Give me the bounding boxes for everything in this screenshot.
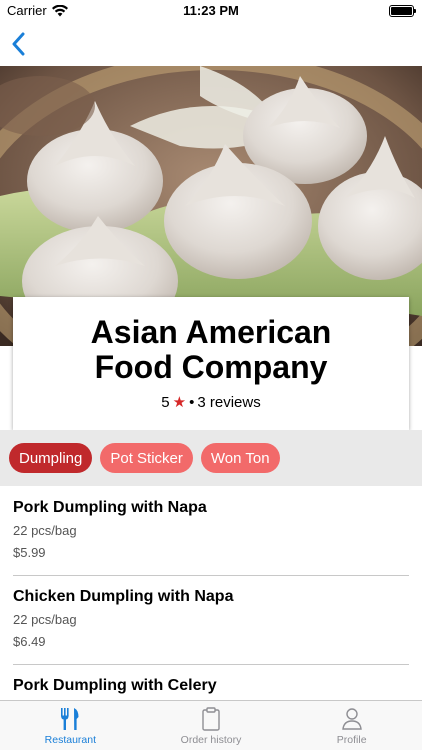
category-bar: Dumpling Pot Sticker Won Ton bbox=[0, 430, 422, 486]
person-icon bbox=[341, 708, 362, 730]
menu-item-name: Pork Dumpling with Celery bbox=[13, 677, 217, 694]
menu-item[interactable]: Pork Dumpling with Celery bbox=[0, 664, 422, 700]
menu-item-quantity: 22 pcs/bag bbox=[13, 523, 77, 538]
review-count[interactable]: 3 reviews bbox=[197, 394, 260, 411]
star-icon: ★ bbox=[172, 394, 187, 411]
menu-item-name: Pork Dumpling with Napa bbox=[13, 499, 207, 516]
fork-knife-icon bbox=[61, 708, 79, 730]
rating-line: 5 ★ • 3 reviews bbox=[13, 393, 409, 412]
tab-order-history[interactable]: Order history bbox=[141, 701, 282, 750]
rating-value: 5 bbox=[161, 393, 170, 411]
tab-label: Order history bbox=[180, 734, 242, 746]
status-time: 11:23 PM bbox=[183, 3, 239, 18]
battery-icon bbox=[389, 5, 416, 17]
tab-restaurant[interactable]: Restaurant bbox=[0, 701, 141, 750]
tab-label: Restaurant bbox=[44, 734, 97, 746]
rating-separator: • bbox=[189, 393, 195, 411]
category-chip-won-ton[interactable]: Won Ton bbox=[200, 443, 280, 473]
chevron-left-icon bbox=[12, 32, 25, 56]
restaurant-name: Asian American Food Company bbox=[90, 314, 332, 385]
status-bar: Carrier 11:23 PM bbox=[0, 0, 422, 22]
category-chip-dumpling[interactable]: Dumpling bbox=[9, 443, 93, 473]
tab-profile[interactable]: Profile bbox=[281, 701, 422, 750]
menu-list: Pork Dumpling with Napa 22 pcs/bag $5.99… bbox=[0, 486, 422, 700]
menu-item-price: $5.99 bbox=[13, 545, 46, 560]
nav-bar bbox=[0, 22, 422, 66]
tab-label: Profile bbox=[336, 734, 367, 746]
app-screen: Carrier 11:23 PM Asian American Food Com… bbox=[0, 0, 422, 750]
menu-item-name: Chicken Dumpling with Napa bbox=[13, 588, 234, 605]
menu-item[interactable]: Chicken Dumpling with Napa 22 pcs/bag $6… bbox=[0, 575, 422, 664]
clipboard-icon bbox=[202, 707, 220, 731]
menu-item-price: $6.49 bbox=[13, 634, 46, 649]
back-button[interactable] bbox=[6, 30, 30, 58]
tab-bar: Restaurant Order history Profile bbox=[0, 700, 422, 750]
restaurant-info-card: Asian American Food Company 5 ★ • 3 revi… bbox=[13, 297, 409, 430]
menu-item[interactable]: Pork Dumpling with Napa 22 pcs/bag $5.99 bbox=[0, 486, 422, 575]
category-chip-pot-sticker[interactable]: Pot Sticker bbox=[100, 443, 193, 473]
menu-item-quantity: 22 pcs/bag bbox=[13, 612, 77, 627]
